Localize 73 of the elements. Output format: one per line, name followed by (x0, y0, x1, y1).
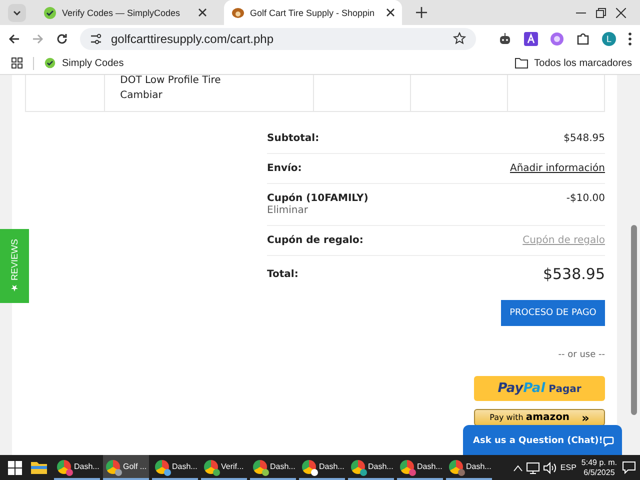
browser-logo-icon (351, 460, 365, 474)
profile-avatar[interactable]: L (602, 32, 616, 46)
browser-logo-icon (155, 460, 169, 474)
or-use-text: -- or use -- (558, 350, 605, 360)
check-badge-icon (44, 57, 56, 69)
tab-search-button[interactable] (8, 4, 26, 22)
language-indicator[interactable]: ESP (560, 463, 576, 472)
extension-badge-icon[interactable] (550, 32, 564, 46)
checkout-button[interactable]: PROCESO DE PAGO (501, 300, 605, 326)
total-amount: $538.95 (542, 265, 605, 283)
bookmark-star-icon[interactable] (453, 32, 466, 45)
browser-logo-icon (449, 460, 463, 474)
chat-bubble-icon (602, 434, 614, 448)
browser-tab[interactable]: Verify Codes — SimplyCodes (36, 0, 214, 25)
browser-logo-icon (57, 460, 71, 474)
apps-grid-icon[interactable] (11, 57, 23, 69)
chat-button[interactable]: Ask us a Question (Chat)! (463, 425, 622, 455)
taskbar-app[interactable]: Dash... (348, 455, 394, 480)
address-bar[interactable]: golfcarttiresupply.com/cart.php (80, 28, 476, 50)
taskbar-app[interactable]: Dash... (54, 455, 100, 480)
cart-logo-icon (231, 6, 245, 20)
browser-logo-icon (302, 460, 316, 474)
letter-a-icon[interactable] (524, 32, 538, 46)
remove-coupon-link[interactable]: Eliminar (267, 205, 368, 216)
taskbar-app[interactable]: Golf ... (103, 455, 149, 480)
taskbar-app[interactable]: Dash... (299, 455, 345, 480)
taskbar-app[interactable]: Verif... (201, 455, 247, 480)
browser-logo-icon (400, 460, 414, 474)
summary-label: Envío: (267, 163, 302, 174)
notification-icon[interactable] (622, 461, 636, 474)
browser-logo-icon (204, 460, 218, 474)
summary-label: Cupón de regalo: (267, 235, 364, 246)
back-icon[interactable] (8, 32, 20, 44)
taskbar-app[interactable]: Dash... (250, 455, 296, 480)
restore-icon[interactable] (596, 8, 606, 18)
browser-tab[interactable]: Golf Cart Tire Supply - Shoppin (224, 0, 402, 25)
summary-link[interactable]: Añadir información (510, 163, 605, 174)
check-badge-icon (43, 6, 57, 20)
browser-logo-icon (253, 460, 267, 474)
windows-start-icon[interactable] (8, 460, 22, 474)
network-icon[interactable] (526, 462, 540, 474)
new-tab-icon[interactable] (416, 7, 427, 18)
clock-date[interactable]: 6/5/2025 (584, 468, 615, 478)
summary-label: Cupón (10FAMILY) (267, 193, 368, 204)
bookmark-item[interactable]: Simply Codes (44, 57, 124, 69)
close-icon[interactable] (386, 8, 395, 17)
summary-amount: $548.95 (564, 133, 605, 144)
browser-logo-icon (106, 460, 120, 474)
chevron-up-icon[interactable] (513, 464, 524, 472)
all-bookmarks-button[interactable]: Todos los marcadores (515, 58, 632, 68)
paypal-button[interactable]: PayPal Pagar (474, 376, 605, 401)
reload-icon[interactable] (56, 32, 68, 44)
url-text: golfcarttiresupply.com/cart.php (111, 32, 275, 46)
puzzle-icon[interactable] (576, 32, 590, 46)
taskbar-app[interactable]: Dash... (397, 455, 443, 480)
summary-label: Total: (267, 268, 298, 280)
folder-icon (515, 58, 528, 68)
tab-title: Verify Codes — SimplyCodes (62, 8, 182, 18)
close-icon[interactable] (198, 8, 207, 17)
clock-time[interactable]: 5:49 p. m. (581, 458, 617, 468)
menu-icon[interactable] (628, 32, 632, 46)
volume-icon[interactable] (543, 462, 558, 474)
folder-icon[interactable] (31, 461, 47, 474)
summary-amount: -$10.00 (566, 193, 605, 204)
site-settings-icon[interactable] (90, 32, 102, 44)
close-window-icon[interactable] (616, 8, 626, 18)
tab-title: Golf Cart Tire Supply - Shoppin (250, 8, 376, 18)
table-cell: DOT Low Profile Tire Cambiar (104, 75, 313, 111)
taskbar-app[interactable]: Dash... (152, 455, 198, 480)
taskbar-app[interactable]: Dash... (446, 455, 492, 480)
summary-label: Subtotal: (267, 133, 320, 144)
amazon-pay-button[interactable]: Pay with amazon » (474, 409, 605, 426)
robot-icon[interactable] (498, 32, 512, 46)
